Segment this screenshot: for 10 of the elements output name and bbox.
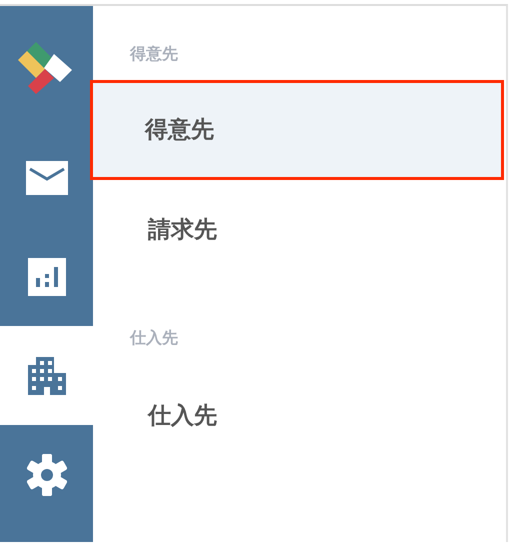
mail-icon: [26, 160, 68, 194]
menu-item[interactable]: 仕入先: [93, 366, 507, 466]
chart-icon: [28, 258, 66, 296]
menu-item[interactable]: 請求先: [93, 180, 507, 280]
settings-icon: [26, 454, 68, 496]
building-icon: [28, 356, 66, 394]
menu-item[interactable]: 得意先: [90, 80, 504, 180]
sidebar-item[interactable]: [0, 326, 93, 425]
section-heading: 得意先: [128, 43, 179, 65]
section-heading: 仕入先: [128, 327, 179, 349]
